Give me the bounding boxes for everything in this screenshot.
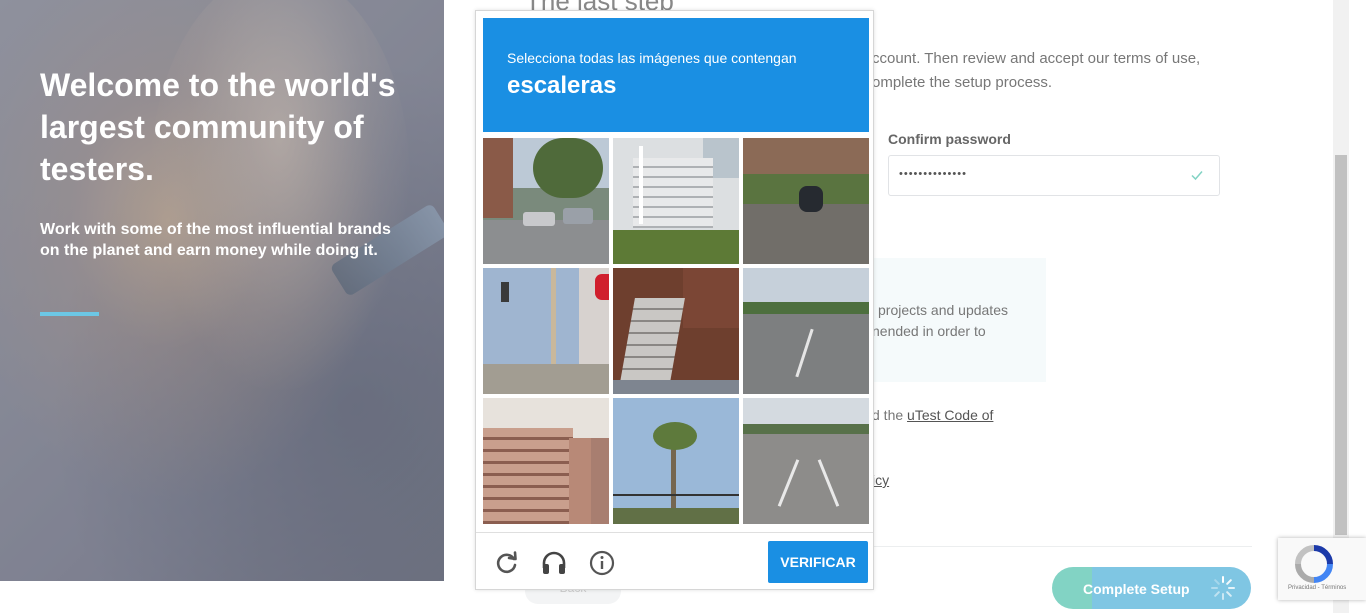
- info-icon[interactable]: [589, 550, 615, 576]
- complete-setup-button[interactable]: Complete Setup: [1052, 567, 1251, 609]
- tile-street-corner[interactable]: [483, 138, 609, 264]
- headphones-icon[interactable]: [541, 550, 567, 576]
- code-of-conduct-text: d the uTest Code of: [872, 407, 993, 423]
- recaptcha-footer-text[interactable]: Privacidad - Términos: [1288, 585, 1346, 591]
- notifications-info-box: projects and updates nended in order to: [872, 258, 1046, 382]
- scrollbar-thumb[interactable]: [1335, 155, 1347, 535]
- confirm-password-field[interactable]: ••••••••••••••: [888, 155, 1220, 196]
- hero-title: Welcome to the world's largest community…: [40, 67, 396, 187]
- hero-panel: Welcome to the world's largest community…: [0, 0, 444, 581]
- reload-icon[interactable]: [494, 550, 520, 576]
- tile-wide-road[interactable]: [743, 398, 869, 524]
- captcha-target-word: escaleras: [507, 72, 617, 99]
- page-scrollbar[interactable]: [1333, 0, 1349, 613]
- captcha-instruction: Selecciona todas las imágenes que conten…: [507, 50, 797, 66]
- code-prefix: d the: [872, 407, 908, 423]
- tile-traffic-light[interactable]: [483, 268, 609, 394]
- captcha-challenge: Selecciona todas las imágenes que conten…: [475, 10, 874, 590]
- verify-button[interactable]: VERIFICAR: [768, 541, 868, 583]
- captcha-tile-grid: [483, 138, 869, 524]
- captcha-header: Selecciona todas las imágenes que conten…: [483, 18, 869, 132]
- recaptcha-logo-icon: [1295, 545, 1333, 583]
- privacy-policy-link[interactable]: icy: [872, 472, 889, 488]
- tile-palm-trees[interactable]: [613, 398, 739, 524]
- form-footer-divider: [872, 546, 1252, 547]
- tile-stone-stairs[interactable]: [483, 398, 609, 524]
- info-text-line2: nended in order to: [872, 323, 986, 339]
- recaptcha-badge[interactable]: Privacidad - Términos: [1278, 538, 1366, 600]
- confirm-password-label: Confirm password: [888, 131, 1011, 147]
- intro-text-line2: omplete the setup process.: [872, 74, 1053, 91]
- tile-brick-stairs[interactable]: [613, 268, 739, 394]
- code-of-conduct-link[interactable]: uTest Code of: [907, 407, 993, 423]
- captcha-footer-divider: [476, 532, 873, 533]
- complete-setup-label: Complete Setup: [1083, 581, 1190, 597]
- info-text-line1: projects and updates: [878, 302, 1008, 318]
- hero-divider: [40, 312, 99, 316]
- hero-subtitle: Work with some of the most influential b…: [40, 221, 391, 259]
- confirm-password-value: ••••••••••••••: [899, 168, 967, 180]
- tile-porch-stairs[interactable]: [613, 138, 739, 264]
- spinner-icon: [1211, 576, 1235, 600]
- tile-highway[interactable]: [743, 268, 869, 394]
- check-icon: [1191, 171, 1203, 181]
- tile-motorcycle[interactable]: [743, 138, 869, 264]
- intro-text-line1: ccount. Then review and accept our terms…: [872, 50, 1201, 67]
